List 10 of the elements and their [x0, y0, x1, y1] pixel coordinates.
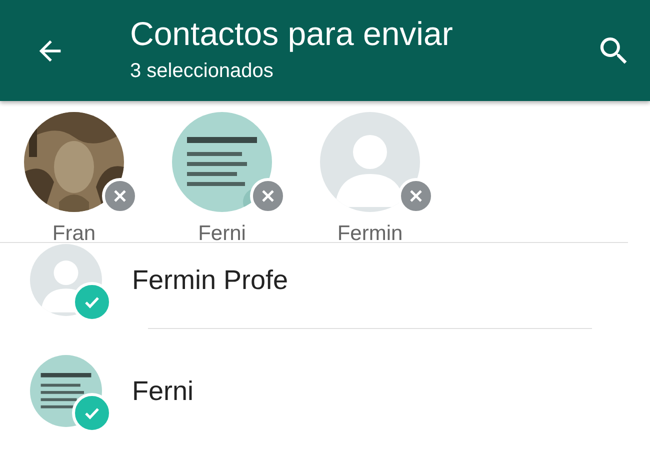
close-icon [408, 188, 424, 204]
selection-count: 3 seleccionados [130, 58, 274, 84]
contact-name[interactable]: Fermin Profe [132, 264, 288, 296]
contact-name: Fran [52, 222, 96, 246]
screen-title: Contactos para enviar [130, 14, 454, 54]
close-icon [260, 188, 276, 204]
contact-name[interactable]: Ferni [132, 376, 194, 406]
close-icon [112, 188, 128, 204]
contact-name: Ferni [198, 222, 246, 246]
contact-name: Fermin [337, 222, 403, 246]
